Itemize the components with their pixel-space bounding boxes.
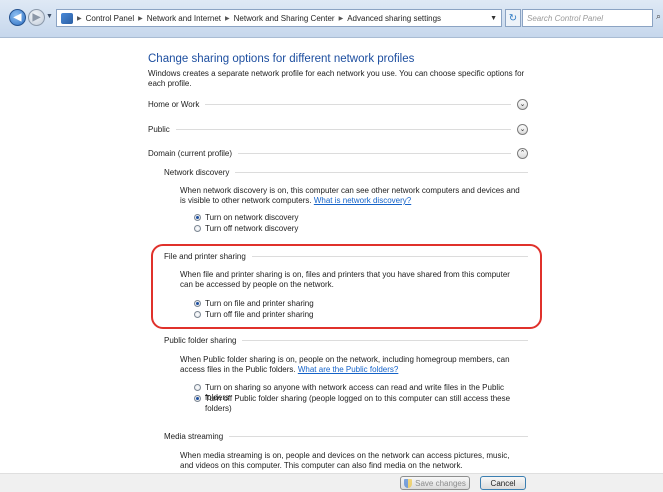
divider [175, 128, 511, 130]
profile-public[interactable]: Public ⌄ [148, 123, 528, 135]
radio-turn-off-file-sharing[interactable]: Turn off file and printer sharing [194, 310, 529, 320]
cancel-button[interactable]: Cancel [480, 476, 526, 490]
network-discovery-help-link[interactable]: What is network discovery? [314, 196, 411, 205]
breadcrumb-separator: ▶ [77, 15, 82, 22]
section-heading: Media streaming [164, 431, 224, 441]
radio-unselected-icon[interactable] [194, 225, 201, 232]
section-media-streaming: Media streaming [164, 431, 528, 441]
divider [205, 103, 511, 105]
section-heading: Network discovery [164, 167, 230, 177]
public-folders-help-link[interactable]: What are the Public folders? [298, 365, 399, 374]
radio-turn-on-file-sharing[interactable]: Turn on file and printer sharing [194, 299, 529, 309]
breadcrumb-sharing-center[interactable]: Network and Sharing Center [234, 14, 335, 23]
radio-turn-off-public-sharing[interactable]: Turn off Public folder sharing (people l… [194, 394, 529, 413]
profile-label: Public [148, 124, 170, 134]
section-heading: Public folder sharing [164, 335, 237, 345]
radio-selected-icon[interactable] [194, 395, 201, 402]
divider [229, 435, 528, 437]
breadcrumb-separator: ▶ [225, 15, 230, 22]
radio-label: Turn on file and printer sharing [205, 299, 314, 308]
section-public-folder-sharing: Public folder sharing [164, 335, 528, 345]
forward-button[interactable]: ▶ [28, 9, 45, 26]
search-input[interactable]: Search Control Panel [522, 9, 653, 27]
profile-domain[interactable]: Domain (current profile) ⌃ [148, 147, 528, 159]
breadcrumb-advanced-sharing[interactable]: Advanced sharing settings [347, 14, 441, 23]
profile-label: Domain (current profile) [148, 148, 233, 158]
chevron-down-icon[interactable]: ⌄ [517, 98, 528, 110]
public-folder-description: When Public folder sharing is on, people… [180, 355, 525, 375]
back-button[interactable]: ◀ [9, 9, 26, 26]
radio-turn-on-public-sharing[interactable]: Turn on sharing so anyone with network a… [194, 383, 529, 402]
profile-home-or-work[interactable]: Home or Work ⌄ [148, 98, 528, 110]
radio-label: Turn off network discovery [205, 224, 299, 233]
file-sharing-description: When file and printer sharing is on, fil… [180, 270, 510, 289]
radio-label: Turn off file and printer sharing [205, 310, 314, 319]
divider [251, 255, 528, 257]
chevron-down-icon[interactable]: ⌄ [517, 123, 528, 135]
profile-label: Home or Work [148, 99, 200, 109]
breadcrumb-separator: ▶ [338, 15, 344, 22]
chevron-up-icon[interactable]: ⌃ [517, 147, 528, 159]
address-dropdown-icon[interactable]: ▼ [490, 15, 501, 22]
section-heading: File and printer sharing [164, 251, 246, 261]
footer-bar [0, 473, 663, 492]
radio-selected-icon[interactable] [194, 300, 201, 307]
radio-turn-on-network-discovery[interactable]: Turn on network discovery [194, 213, 529, 223]
divider [235, 171, 528, 173]
divider [242, 339, 528, 341]
control-panel-icon [61, 12, 73, 24]
section-network-discovery: Network discovery [164, 167, 528, 177]
recent-pages-dropdown[interactable]: ▼ [46, 13, 53, 20]
save-changes-button[interactable]: Save changes [400, 476, 470, 490]
breadcrumb-separator: ▶ [138, 15, 143, 22]
divider [238, 152, 511, 154]
radio-turn-off-network-discovery[interactable]: Turn off network discovery [194, 224, 529, 234]
radio-label: Turn on network discovery [205, 213, 299, 222]
intro-text: Windows creates a separate network profi… [148, 69, 525, 88]
search-icon[interactable]: ⌕ [656, 11, 661, 22]
page-title: Change sharing options for different net… [148, 53, 415, 65]
save-label: Save changes [415, 478, 466, 488]
network-discovery-description: When network discovery is on, this compu… [180, 186, 525, 206]
radio-label: Turn off Public folder sharing (people l… [205, 394, 511, 413]
media-streaming-description: When media streaming is on, people and d… [180, 451, 510, 470]
radio-unselected-icon[interactable] [194, 384, 201, 391]
radio-selected-icon[interactable] [194, 214, 201, 221]
breadcrumb-control-panel[interactable]: Control Panel [86, 14, 134, 23]
section-file-printer-sharing: File and printer sharing [164, 251, 528, 261]
breadcrumb-network-internet[interactable]: Network and Internet [147, 14, 221, 23]
uac-shield-icon [404, 478, 413, 488]
radio-unselected-icon[interactable] [194, 311, 201, 318]
address-bar[interactable]: ▶ Control Panel ▶ Network and Internet ▶… [56, 9, 502, 27]
refresh-icon[interactable]: ↻ [505, 9, 521, 27]
